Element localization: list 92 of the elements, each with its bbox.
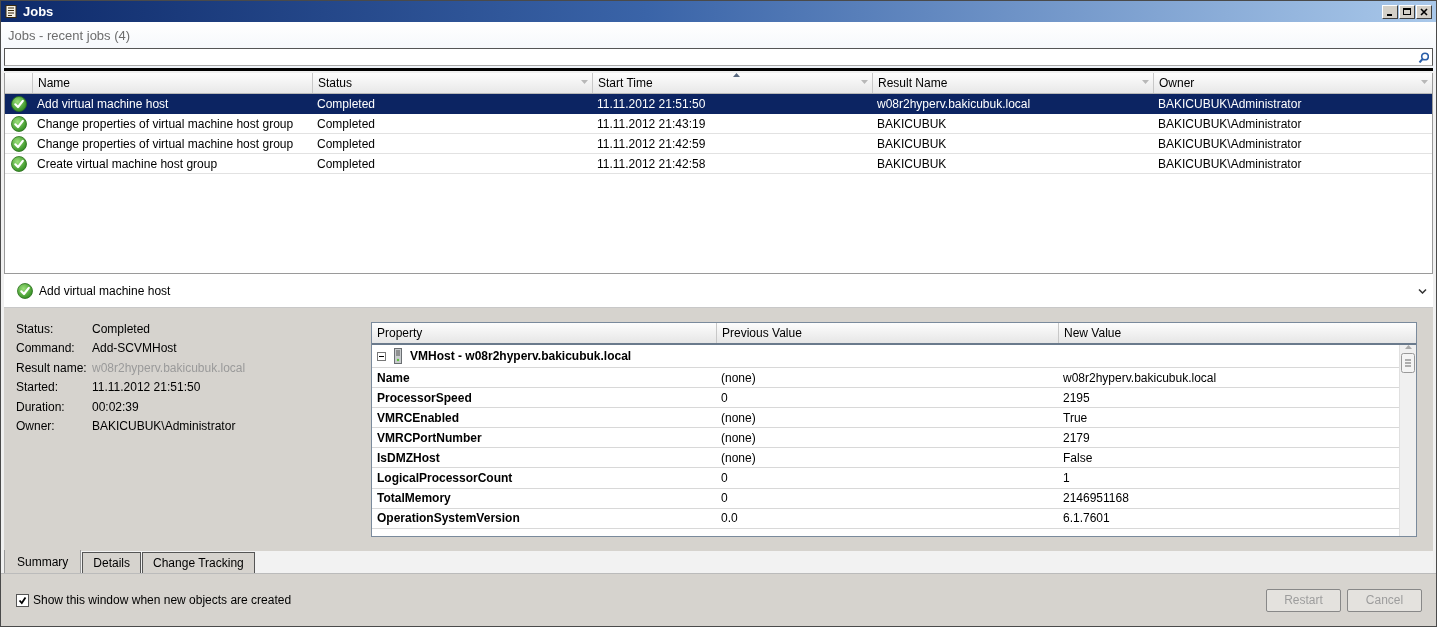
column-header[interactable]: Owner — [1153, 73, 1432, 93]
table-cell-text: LogicalProcessorCount — [376, 470, 514, 487]
field-value: w08r2hyperv.bakicubuk.local — [92, 360, 247, 377]
table-cell-text: 0 — [720, 470, 729, 487]
table-cell-text: Completed — [316, 95, 377, 113]
field-value: Completed — [92, 322, 152, 338]
column-header[interactable]: Property — [372, 323, 716, 343]
table-row[interactable]: Add virtual machine host Completed 11.11.2012 21:51:50 w08r2hyperv.bakicubuk.local BAKICUBUK\Administrator — [5, 94, 1432, 114]
table-cell-text: Add virtual machine host — [36, 95, 170, 113]
table-cell-text: True — [1062, 409, 1089, 427]
table-cell-text: BAKICUBUK\Administrator — [1157, 135, 1303, 153]
table-cell-text: 0.0 — [720, 510, 739, 528]
view-title: Jobs - recent jobs (4) — [7, 27, 132, 45]
table-cell-text: Change properties of virtual machine host group — [36, 135, 295, 153]
check-icon — [10, 115, 27, 132]
table-cell-text: 0 — [720, 490, 729, 508]
table-cell-text: (none) — [720, 409, 757, 427]
table-cell-text: Change properties of virtual machine host group — [36, 115, 295, 133]
table-cell-text: Completed — [316, 115, 377, 133]
tab[interactable]: Summary — [4, 550, 82, 573]
table-cell-text: BAKICUBUK\Administrator — [1157, 95, 1303, 113]
table-cell-text: 11.11.2012 21:51:50 — [596, 95, 707, 113]
window-title: Jobs — [23, 4, 55, 19]
table-cell-text: 0 — [720, 389, 729, 407]
table-cell-text: 11.11.2012 21:43:19 — [596, 115, 707, 133]
table-cell-text: IsDMZHost — [376, 449, 441, 467]
table-cell-text: 1 — [1062, 470, 1071, 487]
sort-arrow-icon — [732, 73, 740, 77]
chevron-down-icon[interactable] — [1418, 287, 1427, 294]
table-cell-text: 2195 — [1062, 389, 1091, 407]
field-label: Started: — [16, 380, 60, 397]
group-title: VMHost - w08r2hyperv.bakicubuk.local — [410, 349, 632, 363]
table-cell-text: Completed — [316, 155, 377, 173]
table-cell-text: 2179 — [1062, 429, 1091, 447]
collapse-icon[interactable] — [377, 351, 386, 361]
check-icon — [17, 282, 33, 299]
table-cell-text: w08r2hyperv.bakicubuk.local — [1062, 369, 1218, 387]
table-cell-text: BAKICUBUK — [876, 135, 948, 153]
table-cell-text: (none) — [720, 449, 757, 467]
table-cell-text: 6.1.7601 — [1062, 510, 1111, 528]
field-value: BAKICUBUK\Administrator — [92, 418, 237, 435]
table-cell-text: BAKICUBUK — [876, 115, 948, 133]
table-cell-text: 11.11.2012 21:42:58 — [596, 155, 707, 173]
column-header[interactable]: Previous Value — [716, 323, 1058, 343]
scroll-thumb[interactable] — [1401, 353, 1415, 373]
column-header[interactable]: Result Name — [872, 73, 1153, 93]
column-header[interactable]: New Value — [1058, 323, 1416, 343]
field-value: 00:02:39 — [92, 399, 140, 416]
table-row[interactable]: Change properties of virtual machine host group Completed 11.11.2012 21:43:19 BAKICUBUK BAKICUBUK\Administrator — [5, 114, 1432, 134]
table-row[interactable]: Create virtual machine host group Completed 11.11.2012 21:42:58 BAKICUBUK BAKICUBUK\Administrator — [5, 154, 1432, 174]
tab[interactable]: Change Tracking — [142, 552, 255, 573]
field-label: Duration: — [16, 399, 66, 416]
column-header[interactable]: Status — [312, 73, 592, 93]
table-cell-text: False — [1062, 449, 1094, 467]
field-label: Owner: — [16, 418, 56, 435]
checkbox[interactable] — [16, 593, 29, 607]
column-header[interactable]: Name — [32, 73, 312, 93]
field-value: Add-SCVMHost — [92, 341, 178, 358]
table-cell-text: OperationSystemVersion — [376, 510, 521, 528]
table-cell-text: 11.11.2012 21:42:59 — [596, 135, 707, 153]
field-label: Status: — [16, 322, 55, 338]
search-field[interactable] — [4, 48, 1433, 66]
field-label: Command: — [16, 341, 76, 358]
table-cell-text: BAKICUBUK\Administrator — [1157, 155, 1303, 173]
table-cell-text: BAKICUBUK — [876, 155, 948, 173]
table-cell-text: BAKICUBUK\Administrator — [1157, 115, 1303, 133]
check-icon — [10, 95, 27, 112]
table-cell-text: Completed — [316, 135, 377, 153]
table-row[interactable]: Change properties of virtual machine host group Completed 11.11.2012 21:42:59 BAKICUBUK BAKICUBUK\Administrator — [5, 134, 1432, 154]
table-cell-text: ProcessorSpeed — [376, 389, 473, 407]
table-cell-text: 2146951168 — [1062, 490, 1130, 508]
table-cell-text: Create virtual machine host group — [36, 155, 219, 173]
table-cell-text: VMRCPortNumber — [376, 429, 483, 447]
job-name: Add virtual machine host — [39, 283, 172, 298]
column-header[interactable]: Start Time — [592, 73, 872, 93]
table-cell-text: (none) — [720, 369, 757, 387]
table-cell-text: VMRCEnabled — [376, 409, 460, 427]
field-label: Result name: — [16, 360, 88, 377]
search-icon[interactable] — [1418, 51, 1429, 63]
scrollbar[interactable] — [1399, 345, 1416, 536]
checkbox-label[interactable]: Show this window when new objects are created — [33, 593, 292, 607]
checkmark-icon — [18, 595, 27, 605]
table-cell-text: (none) — [720, 429, 757, 447]
server-icon — [394, 348, 402, 364]
tab[interactable]: Details — [82, 552, 142, 573]
table-cell-text: w08r2hyperv.bakicubuk.local — [876, 95, 1032, 113]
check-icon — [10, 155, 27, 172]
check-icon — [10, 135, 27, 152]
document-icon — [5, 5, 17, 18]
table-cell-text: Name — [376, 369, 411, 387]
field-value: 11.11.2012 21:51:50 — [92, 380, 202, 397]
table-cell-text: TotalMemory — [376, 490, 452, 508]
